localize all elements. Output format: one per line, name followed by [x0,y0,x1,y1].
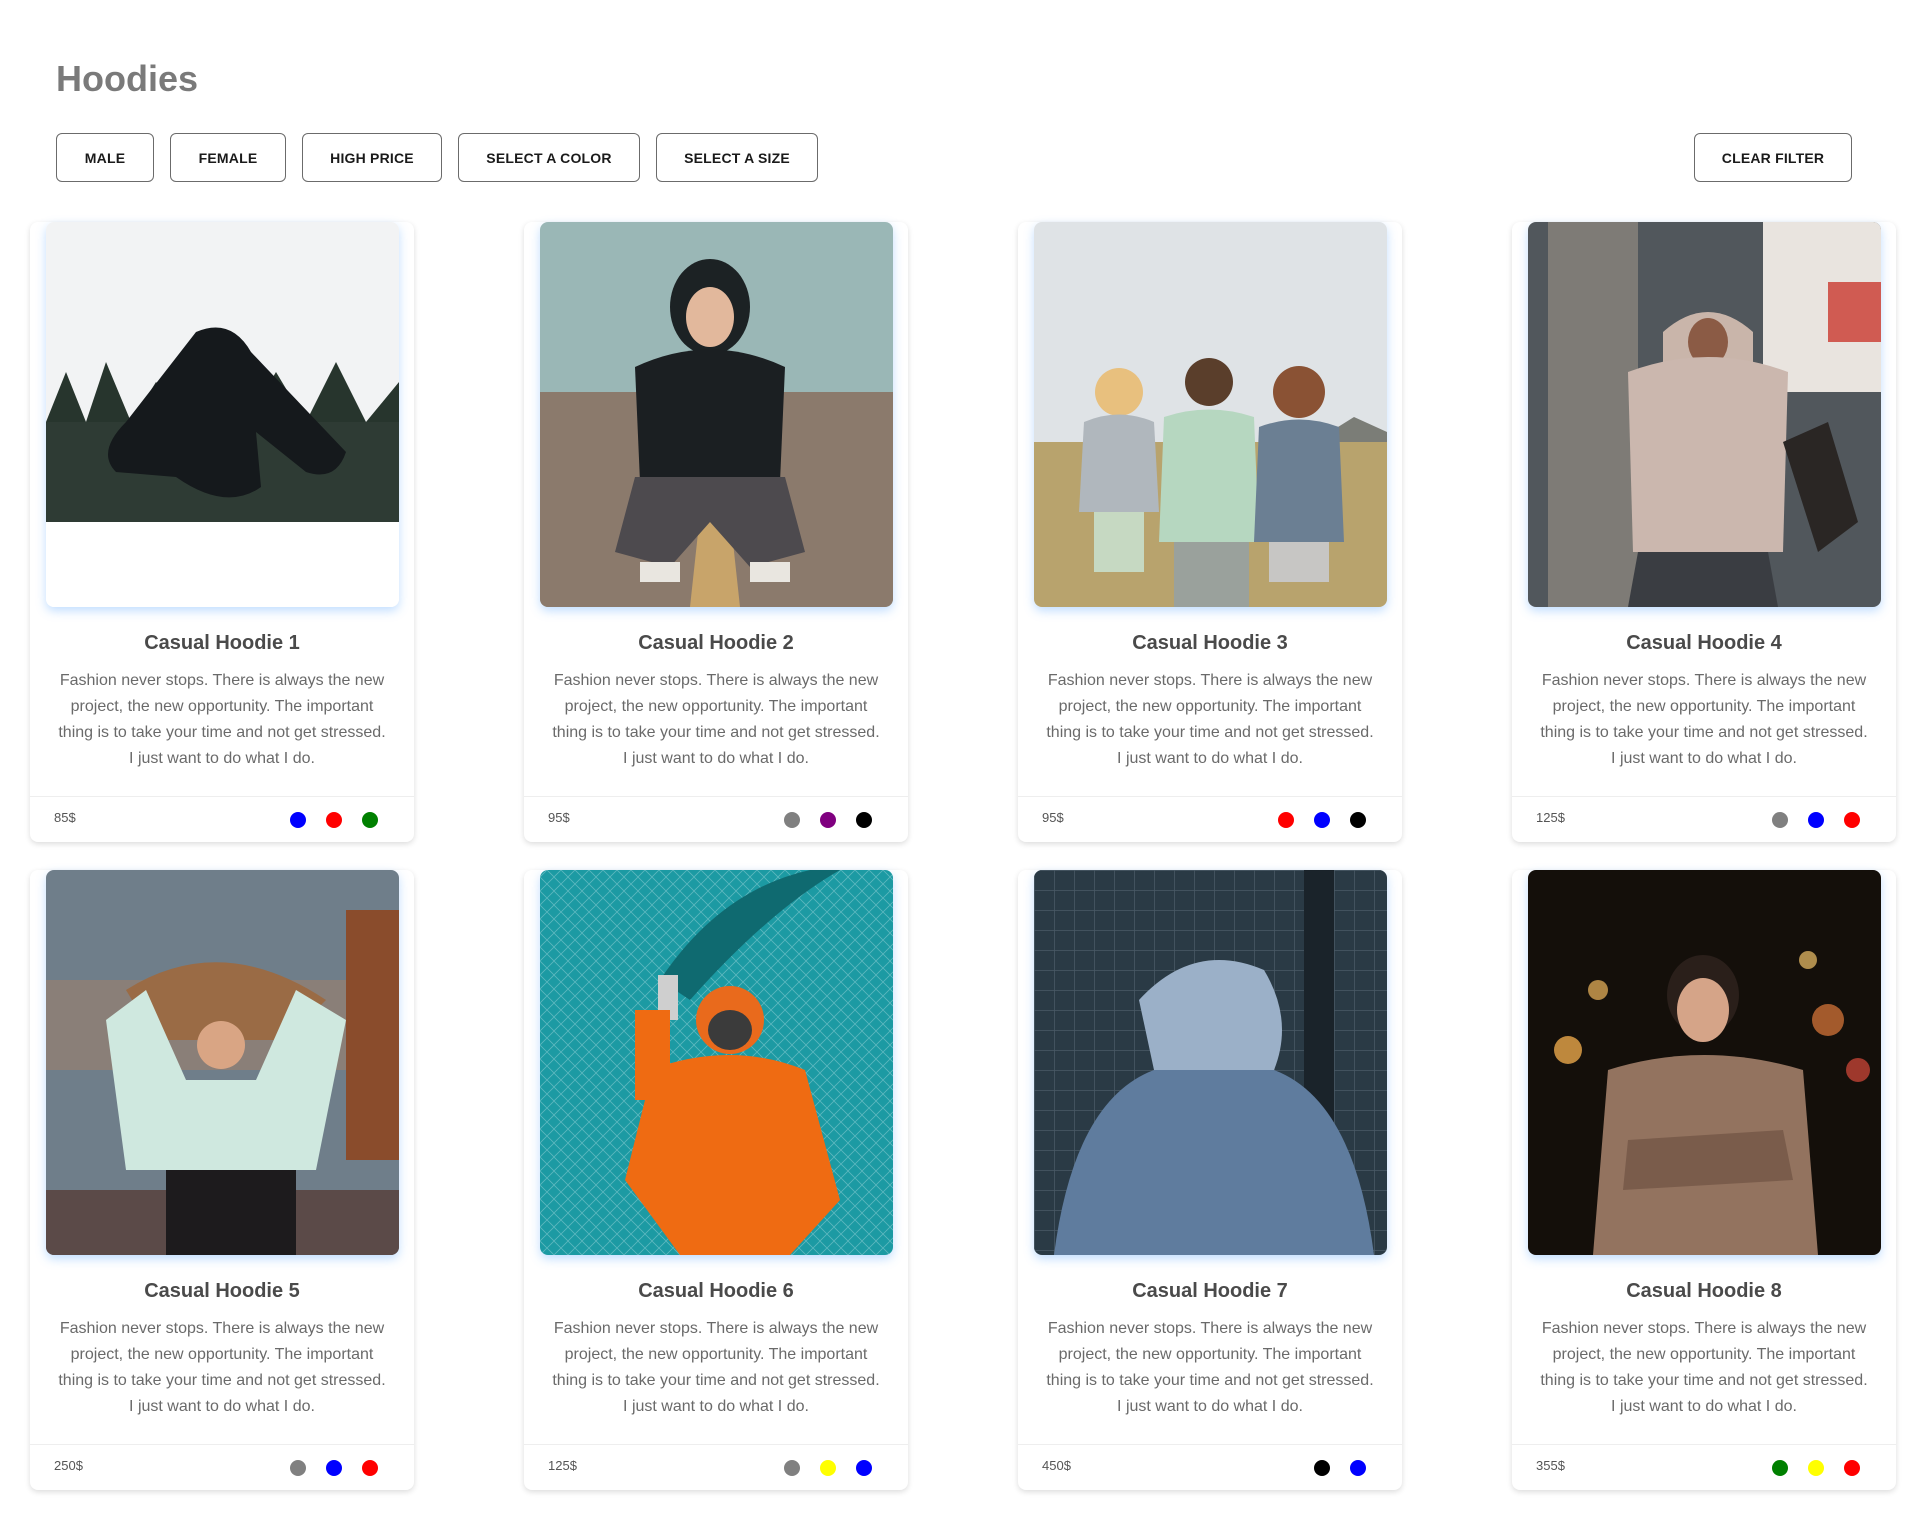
product-footer: 95$ [524,796,908,842]
product-price: 250$ [54,1458,83,1473]
color-swatch[interactable] [1844,812,1860,828]
color-swatch[interactable] [820,1460,836,1476]
product-title[interactable]: Casual Hoodie 7 [1018,1280,1402,1303]
product-title[interactable]: Casual Hoodie 8 [1512,1280,1896,1303]
color-swatches [1772,1460,1860,1476]
product-description: Fashion never stops. There is always the… [1540,1320,1868,1415]
product-footer: 450$ [1018,1444,1402,1490]
product-title[interactable]: Casual Hoodie 6 [524,1280,908,1303]
filter-high-price-button[interactable]: HIGH PRICE [302,133,442,182]
page-title: Hoodies [56,58,199,99]
product-description: Fashion never stops. There is always the… [552,1320,880,1415]
product-footer: 125$ [524,1444,908,1490]
product-price: 95$ [1042,810,1064,825]
color-swatches [784,812,872,828]
select-size-button[interactable]: SELECT A SIZE [656,133,818,182]
color-swatches [1278,812,1366,828]
color-swatch[interactable] [1350,812,1366,828]
color-swatch[interactable] [856,812,872,828]
product-card[interactable]: Casual Hoodie 4 Fashion never stops. Ther… [1512,222,1896,842]
product-image[interactable] [540,222,893,607]
product-footer: 85$ [30,796,414,842]
color-swatches [290,812,378,828]
product-image[interactable] [46,222,399,607]
color-swatch[interactable] [1808,812,1824,828]
color-swatch[interactable] [362,812,378,828]
filter-female-button[interactable]: FEMALE [170,133,286,182]
product-image[interactable] [1034,870,1387,1255]
color-swatch[interactable] [784,812,800,828]
product-listing-page: Hoodies MALE FEMALE HIGH PRICE SELECT A … [0,0,1920,1513]
product-price: 355$ [1536,1458,1565,1473]
color-swatch[interactable] [1350,1460,1366,1476]
color-swatch[interactable] [362,1460,378,1476]
product-grid: Casual Hoodie 1 Fashion never stops. Ther… [30,222,1897,1490]
color-swatches [784,1460,872,1476]
product-card[interactable]: Casual Hoodie 2 Fashion never stops. Ther… [524,222,908,842]
color-swatch[interactable] [1772,1460,1788,1476]
color-swatch[interactable] [1314,812,1330,828]
product-footer: 125$ [1512,796,1896,842]
product-title[interactable]: Casual Hoodie 3 [1018,632,1402,655]
product-price: 450$ [1042,1458,1071,1473]
product-footer: 95$ [1018,796,1402,842]
product-image[interactable] [1034,222,1387,607]
product-description: Fashion never stops. There is always the… [1046,1320,1374,1415]
color-swatch[interactable] [326,812,342,828]
color-swatch[interactable] [1772,812,1788,828]
product-price: 95$ [548,810,570,825]
product-description: Fashion never stops. There is always the… [552,672,880,767]
product-description: Fashion never stops. There is always the… [1046,672,1374,767]
product-title[interactable]: Casual Hoodie 5 [30,1280,414,1303]
product-description: Fashion never stops. There is always the… [58,1320,386,1415]
product-card[interactable]: Casual Hoodie 6 Fashion never stops. Ther… [524,870,908,1490]
color-swatches [1772,812,1860,828]
product-card[interactable]: Casual Hoodie 1 Fashion never stops. Ther… [30,222,414,842]
clear-filter-button[interactable]: CLEAR FILTER [1694,133,1852,182]
product-price: 125$ [548,1458,577,1473]
product-title[interactable]: Casual Hoodie 1 [30,632,414,655]
color-swatch[interactable] [1314,1460,1330,1476]
product-title[interactable]: Casual Hoodie 2 [524,632,908,655]
select-color-button[interactable]: SELECT A COLOR [458,133,640,182]
product-footer: 250$ [30,1444,414,1490]
color-swatch[interactable] [290,812,306,828]
product-description: Fashion never stops. There is always the… [1540,672,1868,767]
product-card[interactable]: Casual Hoodie 5 Fashion never stops. Ther… [30,870,414,1490]
color-swatches [1314,1460,1366,1476]
color-swatch[interactable] [1808,1460,1824,1476]
product-image[interactable] [46,870,399,1255]
color-swatch[interactable] [820,812,836,828]
product-footer: 355$ [1512,1444,1896,1490]
product-image[interactable] [1528,222,1881,607]
color-swatch[interactable] [326,1460,342,1476]
color-swatch[interactable] [1844,1460,1860,1476]
product-description: Fashion never stops. There is always the… [58,672,386,767]
product-price: 85$ [54,810,76,825]
product-card[interactable]: Casual Hoodie 3 Fashion never stops. Ther… [1018,222,1402,842]
product-image[interactable] [1528,870,1881,1255]
color-swatch[interactable] [1278,812,1294,828]
color-swatch[interactable] [784,1460,800,1476]
product-title[interactable]: Casual Hoodie 4 [1512,632,1896,655]
product-card[interactable]: Casual Hoodie 7 Fashion never stops. Ther… [1018,870,1402,1490]
product-price: 125$ [1536,810,1565,825]
product-image[interactable] [540,870,893,1255]
filter-male-button[interactable]: MALE [56,133,154,182]
color-swatch[interactable] [290,1460,306,1476]
color-swatch[interactable] [856,1460,872,1476]
product-card[interactable]: Casual Hoodie 8 Fashion never stops. Ther… [1512,870,1896,1490]
color-swatches [290,1460,378,1476]
